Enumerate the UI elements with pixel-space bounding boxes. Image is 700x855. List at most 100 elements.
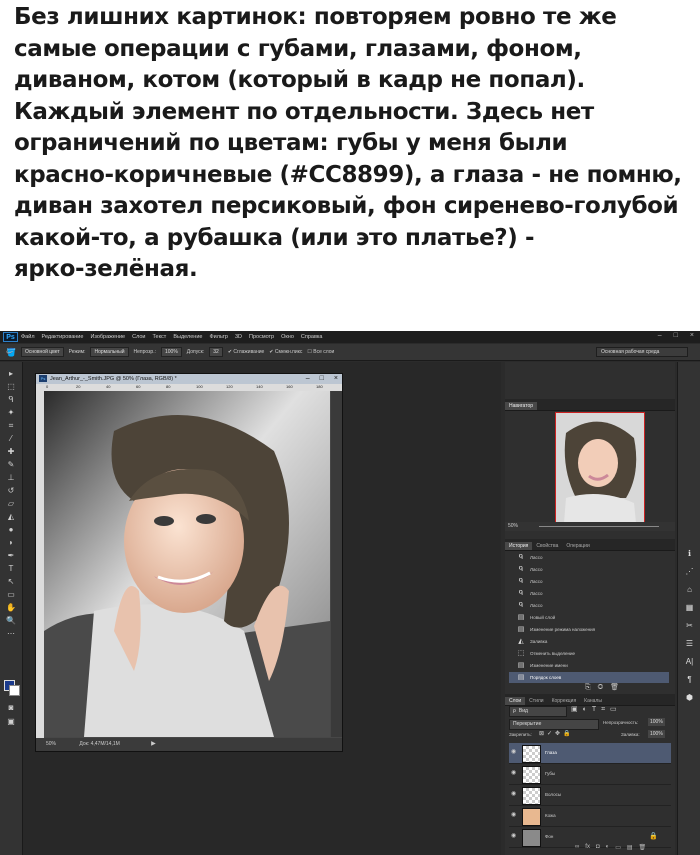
eye-icon[interactable]: ◉ (511, 770, 518, 777)
maximize-button[interactable]: □ (674, 332, 678, 339)
tab-actions[interactable]: Операции (562, 542, 593, 550)
lock-icons[interactable]: ⊠✓✥🔒 (539, 730, 574, 737)
tab-navigator[interactable]: Навигатор (505, 402, 538, 410)
layer-row[interactable]: ◉ Глаза (509, 743, 671, 764)
preset-select[interactable]: Основной цвет (20, 347, 64, 357)
history-item[interactable]: ▤ Изменение режима наложения (509, 624, 669, 635)
stamp-tool-icon[interactable]: ⊥ (5, 472, 17, 483)
history-item[interactable]: ᑫ Лассо (509, 576, 669, 587)
move-tool-icon[interactable]: ▸ (5, 368, 17, 379)
layer-opacity-input[interactable]: 100% (648, 718, 665, 726)
swatches-icon[interactable]: ▦ (683, 602, 696, 613)
history-item[interactable]: ᑫ Лассо (509, 588, 669, 599)
tab-layers[interactable]: Слои (505, 697, 526, 705)
adjustment-icon[interactable]: ◐ (606, 844, 610, 851)
history-item[interactable]: ᑫ Лассо (509, 552, 669, 563)
menu-filter[interactable]: Фильтр (209, 334, 227, 340)
history-brush-icon[interactable]: ↺ (5, 485, 17, 496)
opacity-input[interactable]: 100% (161, 347, 182, 357)
document-title-bar[interactable]: Ps Jean_Arthur_-_Smith.JPG @ 50% (Глаза, … (36, 374, 342, 384)
doc-close-button[interactable]: × (334, 374, 338, 384)
close-button[interactable]: × (690, 332, 694, 339)
navigator-zoom[interactable]: 50% (508, 523, 518, 529)
history-item[interactable]: ▤ Новый слой (509, 612, 669, 623)
adjust-icon[interactable]: ☰ (683, 638, 696, 649)
ruler-vertical[interactable] (36, 384, 44, 738)
zoom-tool-icon[interactable]: 🔍 (5, 615, 17, 626)
3d-icon[interactable]: ⬢ (683, 692, 696, 703)
layer-fill-input[interactable]: 100% (648, 730, 665, 738)
healing-brush-icon[interactable]: ✚ (5, 446, 17, 457)
info-icon[interactable]: ℹ (683, 548, 696, 559)
status-arrow-icon[interactable]: ▶ (151, 741, 156, 747)
hand-tool-icon[interactable]: ✋ (5, 602, 17, 613)
mode-select[interactable]: Нормальный (90, 347, 129, 357)
mask-icon[interactable]: ◘ (596, 844, 600, 851)
paint-bucket-icon[interactable]: 🪣 (6, 348, 16, 357)
layer-row[interactable]: ◉ Кожа (509, 806, 671, 827)
clone-source-icon[interactable]: ⌂ (683, 584, 696, 595)
path-select-icon[interactable]: ↖ (5, 576, 17, 587)
history-item[interactable]: ᑫ Лассо (509, 600, 669, 611)
history-item[interactable]: ▤ Изменение имени (509, 660, 669, 671)
tool-presets-icon[interactable]: ✂ (683, 620, 696, 631)
pen-tool-icon[interactable]: ✒ (5, 550, 17, 561)
type-tool-icon[interactable]: T (5, 563, 17, 574)
layer-row[interactable]: ◉ Губы (509, 764, 671, 785)
history-item[interactable]: ⬚ Отменить выделение (509, 648, 669, 659)
layer-filter-select[interactable]: ρ Вид (509, 706, 567, 717)
shape-tool-icon[interactable]: ▭ (5, 589, 17, 600)
menu-edit[interactable]: Редактирование (42, 334, 84, 340)
history-item[interactable]: ▤ Порядок слоев (509, 672, 669, 683)
eraser-tool-icon[interactable]: ▱ (5, 498, 17, 509)
background-color-swatch[interactable] (9, 685, 20, 696)
contiguous-checkbox[interactable]: ✔ Смежн.пикс (269, 349, 302, 355)
eye-icon[interactable]: ◉ (511, 791, 518, 798)
history-item[interactable]: ◭ Заливка (509, 636, 669, 647)
workspace-select[interactable]: Основная рабочая среда (596, 347, 688, 357)
doc-minimize-button[interactable]: – (306, 374, 310, 384)
menu-select[interactable]: Выделение (173, 334, 202, 340)
blur-tool-icon[interactable]: ● (5, 524, 17, 535)
tab-properties[interactable]: Свойства (532, 542, 562, 550)
tab-history[interactable]: История (505, 542, 533, 550)
blend-mode-select[interactable]: Перекрытие (509, 719, 599, 730)
doc-maximize-button[interactable]: □ (320, 374, 324, 384)
document-scrollbar[interactable] (331, 391, 342, 737)
trash-icon[interactable]: 🗑 (639, 844, 647, 851)
menu-file[interactable]: Файл (21, 334, 35, 340)
brush-tool-icon[interactable]: ✎ (5, 459, 17, 470)
eyedropper-icon[interactable]: ⁄ (5, 433, 17, 444)
link-layers-icon[interactable]: ∞ (575, 844, 579, 851)
menu-help[interactable]: Справка (301, 334, 323, 340)
tolerance-input[interactable]: 32 (209, 347, 223, 357)
marquee-tool-icon[interactable]: ⬚ (5, 381, 17, 392)
lasso-tool-icon[interactable]: ᑫ (5, 394, 17, 405)
screen-mode-icon[interactable]: ▣ (5, 716, 17, 727)
eye-icon[interactable]: ◉ (511, 812, 518, 819)
tab-channels[interactable]: Каналы (580, 697, 606, 705)
fx-icon[interactable]: fx (585, 844, 590, 851)
layer-row[interactable]: ◉ Волосы (509, 785, 671, 806)
menu-view[interactable]: Просмотр (249, 334, 274, 340)
antialias-checkbox[interactable]: ✔ Сглаживание (228, 349, 264, 355)
history-item[interactable]: ᑫ Лассо (509, 564, 669, 575)
paragraph-icon[interactable]: ¶ (683, 674, 696, 685)
more-tools-icon[interactable]: ⋯ (5, 628, 17, 639)
crop-tool-icon[interactable]: ⌗ (5, 420, 17, 431)
menu-3d[interactable]: 3D (235, 334, 242, 340)
menu-text[interactable]: Текст (152, 334, 166, 340)
eye-icon[interactable]: ◉ (511, 749, 518, 756)
quick-mask-icon[interactable]: ◙ (5, 702, 17, 713)
navigator-preview[interactable] (555, 412, 645, 524)
minimize-button[interactable]: – (658, 332, 662, 339)
paint-bucket-tool-icon[interactable]: ◭ (5, 511, 17, 522)
menu-window[interactable]: Окно (281, 334, 294, 340)
image-canvas[interactable] (44, 391, 330, 737)
new-layer-icon[interactable]: ▤ (627, 844, 633, 851)
magic-wand-icon[interactable]: ✦ (5, 407, 17, 418)
layer-filter-icons[interactable]: ▣◐T⌗▭ (571, 705, 622, 714)
navigator-zoom-slider[interactable] (539, 526, 659, 527)
character-icon[interactable]: A| (683, 656, 696, 667)
all-layers-checkbox[interactable]: ☐ Все слои (307, 349, 334, 355)
